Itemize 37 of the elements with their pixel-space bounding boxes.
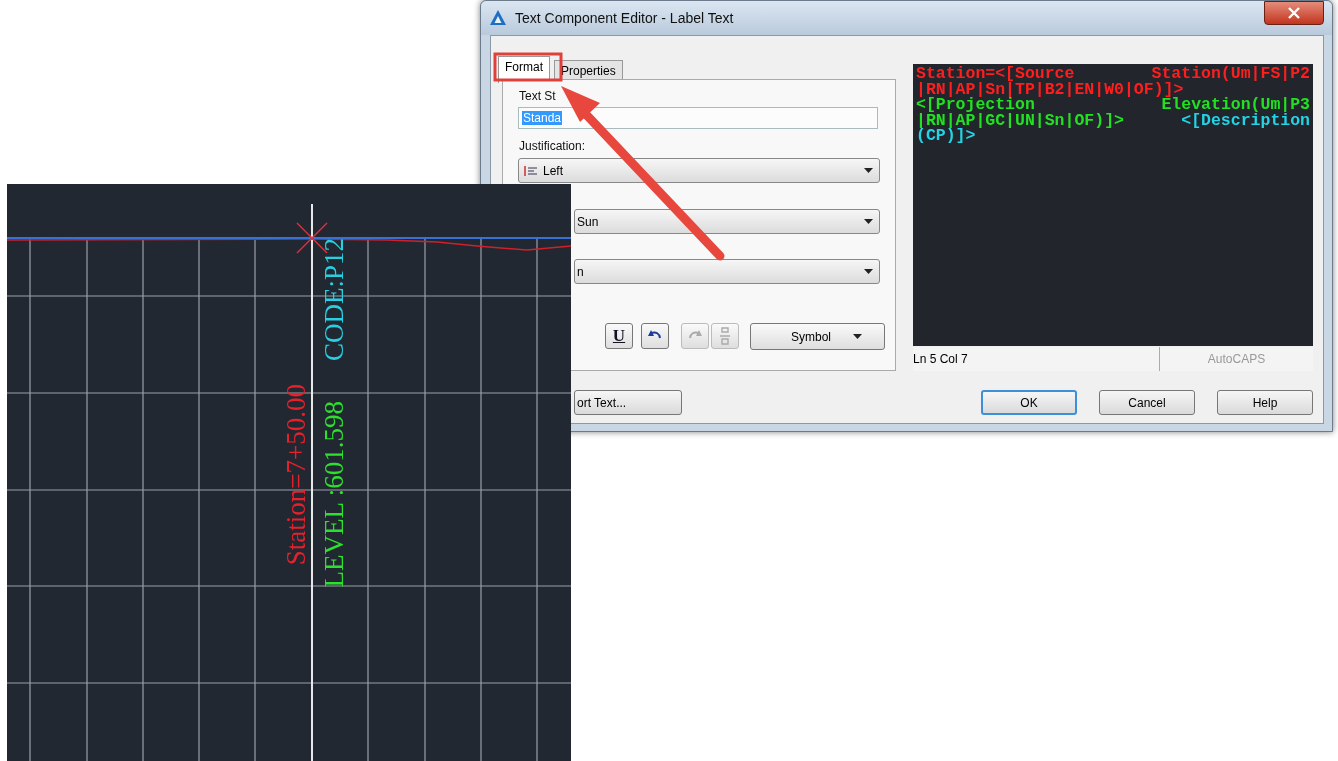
window-title: Text Component Editor - Label Text xyxy=(515,10,734,26)
font-dropdown[interactable]: Sun xyxy=(574,209,880,234)
dropdown-caret-icon xyxy=(864,168,873,173)
code-text: (CP)]> xyxy=(916,128,976,144)
highlight-box xyxy=(493,52,563,82)
close-icon xyxy=(1288,7,1300,19)
dropdown-caret-icon xyxy=(864,219,873,224)
code-text: <[Description xyxy=(1181,112,1310,128)
code-label: CODE:P12 xyxy=(321,238,348,362)
justification-dropdown[interactable]: Left xyxy=(518,158,880,183)
undo-button[interactable] xyxy=(641,323,669,349)
app-logo-icon xyxy=(489,9,507,27)
dropdown[interactable]: n xyxy=(574,259,880,284)
code-text: Station(Um|FS|P2 xyxy=(1151,66,1310,82)
caps-indicator: AutoCAPS xyxy=(1206,352,1267,366)
field-label: Text St xyxy=(519,89,556,103)
underline-button[interactable]: U xyxy=(605,323,633,349)
dialog-button[interactable]: Help xyxy=(1217,390,1313,415)
close-button[interactable] xyxy=(1264,1,1324,25)
code-text: Elevation(Um|P3 xyxy=(1161,97,1310,113)
dropdown-caret-icon xyxy=(864,269,873,274)
align-left-icon xyxy=(524,165,538,176)
import-text-button[interactable]: ort Text... xyxy=(574,390,682,415)
code-text: |RN|AP|Sn|TP|B2|EN|W0|OF)]> xyxy=(916,81,1184,97)
level-label: LEVEL :601.598 xyxy=(321,401,348,588)
caret-icon xyxy=(853,334,862,339)
stack-fraction-icon xyxy=(719,326,731,346)
cursor-position: Ln 5 Col 7 xyxy=(913,347,1160,371)
code-text: Station=<[Source xyxy=(916,66,1075,82)
station-label: Station=7+50.00 xyxy=(283,384,310,566)
text-editor[interactable]: Station=<[Source Station(Um|FS|P2 |RN|AP|Sn|TP|B2|EN|W0|OF)]> <[Projection Elevation(Um|P3 |RN|AP|GC|UN|Sn|OF)]> <[Description (CP)]> xyxy=(913,64,1313,346)
symbol-button[interactable]: Symbol xyxy=(750,323,885,350)
dialog-button[interactable]: OK xyxy=(981,390,1077,415)
field-label: Justification: xyxy=(519,139,586,153)
dialog-button[interactable]: Cancel xyxy=(1099,390,1195,415)
code-text: |RN|AP|GC|UN|Sn|OF)]> xyxy=(916,112,1124,128)
code-text: <[Projection xyxy=(916,97,1035,113)
